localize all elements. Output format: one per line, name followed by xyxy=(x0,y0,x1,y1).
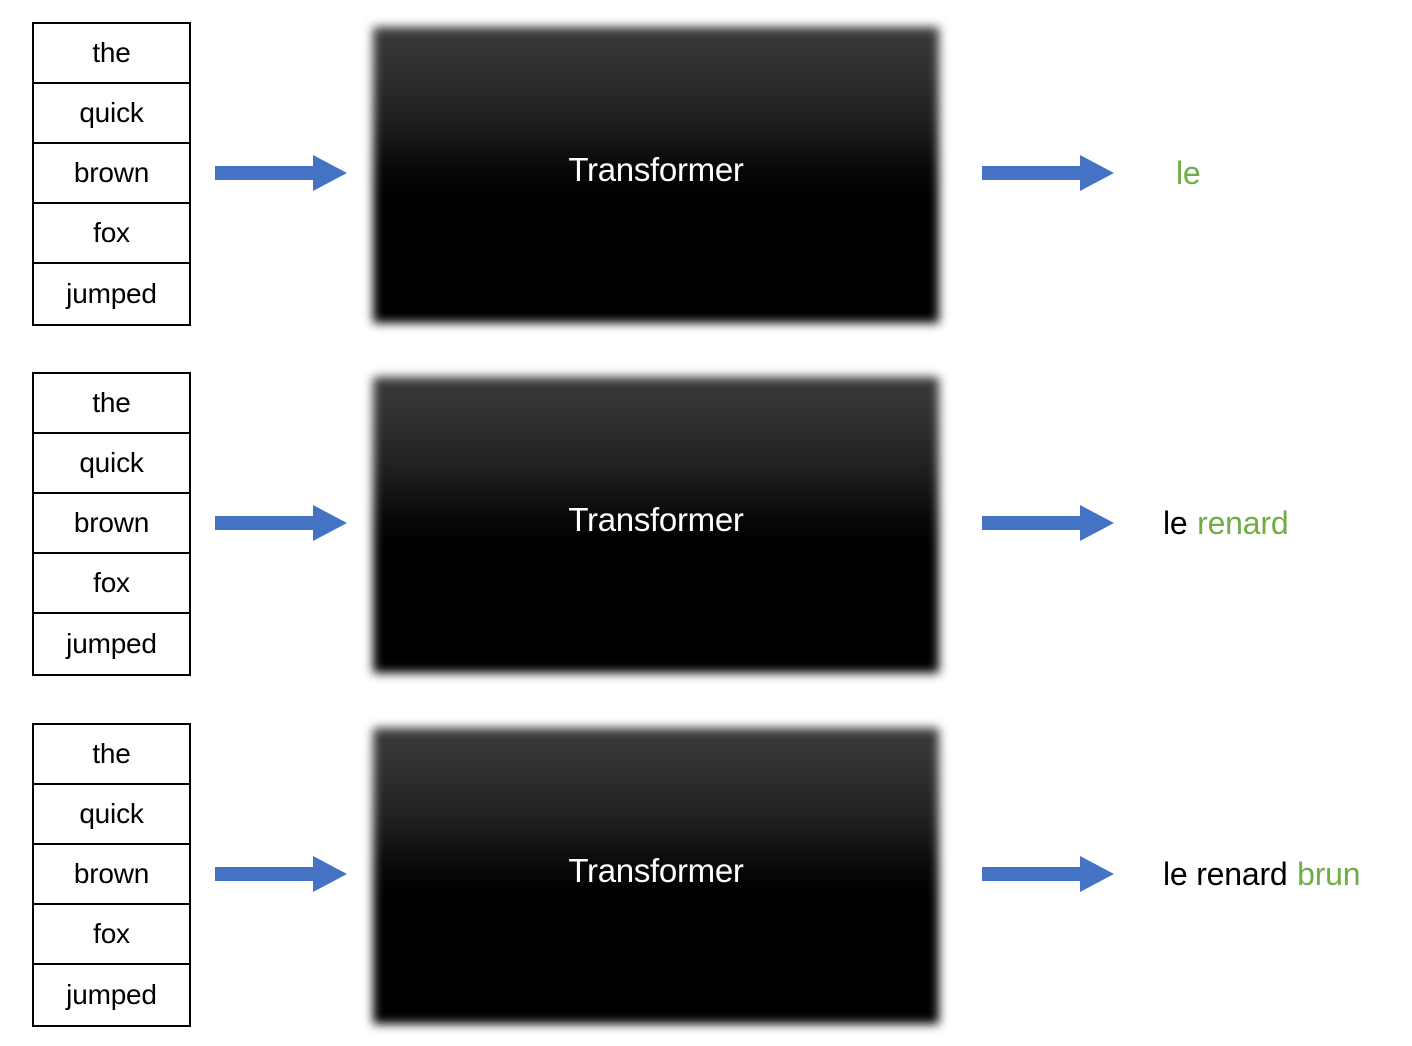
right-arrow-icon xyxy=(215,155,347,191)
output-text: le renard brun xyxy=(1163,854,1361,894)
token-cell: the xyxy=(34,24,189,84)
token-cell: quick xyxy=(34,434,189,494)
output-new-token: brun xyxy=(1297,856,1361,892)
transformer-block-label: Transformer xyxy=(568,500,744,538)
token-cell: fox xyxy=(34,554,189,614)
right-arrow-icon xyxy=(982,856,1114,892)
output-previous-tokens: le xyxy=(1163,505,1188,541)
output-arrow xyxy=(982,503,1114,543)
input-token-table: the quick brown fox jumped xyxy=(32,22,191,326)
input-token-table: the quick brown fox jumped xyxy=(32,372,191,676)
right-arrow-icon xyxy=(215,856,347,892)
input-arrow xyxy=(215,854,347,894)
inference-step-row: the quick brown fox jumped Transformer l… xyxy=(0,372,1412,676)
output-text: le xyxy=(1176,153,1201,193)
token-cell: the xyxy=(34,374,189,434)
token-cell: quick xyxy=(34,785,189,845)
output-arrow xyxy=(982,854,1114,894)
output-new-token: renard xyxy=(1197,505,1289,541)
token-cell: quick xyxy=(34,84,189,144)
input-token-table: the quick brown fox jumped xyxy=(32,723,191,1027)
right-arrow-icon xyxy=(215,505,347,541)
transformer-block-label: Transformer xyxy=(568,150,744,188)
right-arrow-icon xyxy=(982,155,1114,191)
token-cell: jumped xyxy=(66,979,157,1010)
diagram-canvas: the quick brown fox jumped Transformer l… xyxy=(0,0,1412,1046)
transformer-block: Transformer xyxy=(373,377,939,673)
transformer-block-label: Transformer xyxy=(568,851,744,889)
token-cell: fox xyxy=(34,905,189,965)
output-new-token: le xyxy=(1176,155,1201,191)
output-text: le renard xyxy=(1163,503,1289,543)
transformer-block: Transformer xyxy=(373,27,939,323)
output-arrow xyxy=(982,153,1114,193)
inference-step-row: the quick brown fox jumped Transformer l… xyxy=(0,22,1412,326)
input-arrow xyxy=(215,503,347,543)
token-cell: brown xyxy=(34,845,189,905)
token-cell: brown xyxy=(34,144,189,204)
output-previous-tokens: le renard xyxy=(1163,856,1288,892)
token-cell: jumped xyxy=(66,628,157,659)
transformer-block: Transformer xyxy=(373,728,939,1024)
input-arrow xyxy=(215,153,347,193)
token-cell: the xyxy=(34,725,189,785)
token-cell: brown xyxy=(34,494,189,554)
token-cell: fox xyxy=(34,204,189,264)
right-arrow-icon xyxy=(982,505,1114,541)
inference-step-row: the quick brown fox jumped Transformer l… xyxy=(0,723,1412,1027)
token-cell: jumped xyxy=(66,278,157,309)
